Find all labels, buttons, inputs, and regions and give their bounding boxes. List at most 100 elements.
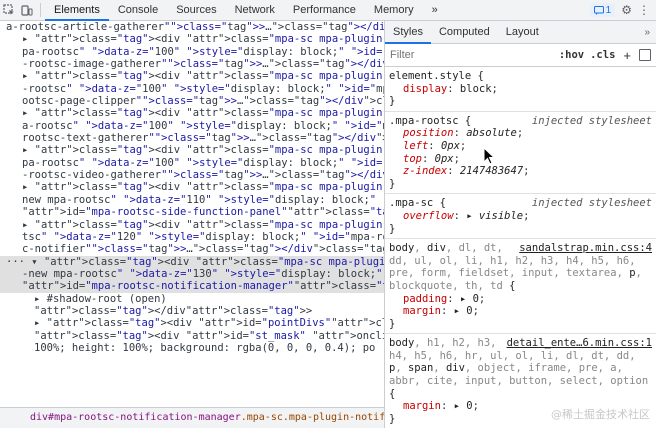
more-sidebar-tabs-button[interactable]: » — [644, 21, 656, 43]
rule-selector-list[interactable]: detail_ente…6.min.css:1 body, h1, h2, h3,… — [389, 337, 652, 400]
rule-selector[interactable]: element.style { — [389, 70, 484, 83]
style-rule: .mpa-rootsc {injected stylesheet position… — [385, 112, 656, 195]
style-rules: element.style {display: block;} .mpa-root… — [385, 67, 656, 428]
property-name[interactable]: left — [403, 140, 428, 152]
property-name[interactable]: margin — [403, 400, 441, 412]
style-property[interactable]: padding: ▸ 0; — [389, 293, 652, 306]
style-property[interactable]: left: 0px; — [389, 140, 652, 153]
property-name[interactable]: display — [403, 83, 447, 95]
new-style-rule-button[interactable]: + — [623, 48, 631, 63]
dom-node-line[interactable]: "attr">id="mpa-rootsc-notification-manag… — [0, 280, 384, 293]
breadcrumb[interactable]: div#mpa-rootsc-notification-manager.mpa-… — [0, 407, 384, 428]
rule-source: injected stylesheet — [531, 114, 652, 127]
rule-source-link[interactable]: sandalstrap.min.css:4 — [519, 242, 652, 255]
dom-node-line[interactable]: ▸ "attr">class="tag"><div "attr">class="… — [0, 107, 384, 119]
dom-node-line[interactable]: ▸ "attr">class="tag"><div "attr">class="… — [0, 144, 384, 156]
breadcrumb-classes[interactable]: .mpa-sc.mpa-plugin-notificatic — [241, 412, 384, 423]
property-value[interactable]: ▸ 0 — [460, 293, 479, 305]
dom-node-line[interactable]: pa-rootsc" ">data-z="100" ">style="displ… — [0, 46, 384, 58]
dom-node-line[interactable]: -rootsc-video-gatherer"">class="tag">>…"… — [0, 169, 384, 181]
tab-label: Computed — [438, 26, 490, 38]
tab-label: Sources — [176, 4, 217, 16]
inspect-element-icon[interactable] — [0, 0, 18, 20]
tab-network[interactable]: Network — [226, 0, 284, 20]
tab-label: Console — [117, 4, 159, 16]
dom-node-line[interactable]: "attr">id="mpa-rootsc-side-function-pane… — [0, 206, 384, 218]
property-name[interactable]: top — [403, 153, 422, 165]
tab-memory[interactable]: Memory — [365, 0, 423, 20]
dom-node-line[interactable]: ▸ "attr">class="tag"><div "attr">class="… — [0, 181, 384, 193]
dom-node-line[interactable]: tsc" ">data-z="120" ">style="display: bl… — [0, 231, 384, 243]
dom-node-line[interactable]: -rootsc" ">data-z="100" ">style="display… — [0, 83, 384, 95]
style-property[interactable]: z-index: 2147483647; — [389, 165, 652, 178]
styles-filter-input[interactable] — [390, 49, 553, 61]
rule-selector-list[interactable]: sandalstrap.min.css:4 body, div, dl, dt, … — [389, 242, 652, 292]
tab-label: Layout — [505, 26, 539, 38]
property-value[interactable]: 0px — [435, 153, 454, 165]
dom-node-line[interactable]: -rootsc-image-gatherer"">class="tag">>…"… — [0, 58, 384, 70]
dom-node-line[interactable]: new mpa-rootsc" ">data-z="110" ">style="… — [0, 194, 384, 206]
hov-toggle-button[interactable]: :hov — [559, 49, 584, 61]
tab-styles[interactable]: Styles — [385, 21, 431, 44]
tab-elements[interactable]: Elements — [45, 0, 109, 21]
tab-console[interactable]: Console — [109, 0, 167, 20]
property-value[interactable]: absolute — [466, 127, 517, 139]
cls-toggle-button[interactable]: .cls — [590, 49, 615, 61]
style-property[interactable]: margin: ▸ 0; — [389, 305, 652, 318]
issues-count: 1 — [605, 4, 612, 16]
property-value[interactable]: 0px — [441, 140, 460, 152]
property-name[interactable]: z-index — [403, 165, 447, 177]
property-name[interactable]: overflow — [403, 210, 454, 222]
style-property[interactable]: position: absolute; — [389, 127, 652, 140]
more-sidebar-tabs-label: » — [644, 26, 650, 38]
property-value[interactable]: block — [460, 83, 492, 95]
dom-node-line[interactable]: pa-rootsc" ">data-z="100" ">style="displ… — [0, 157, 384, 169]
rule-selector[interactable]: .mpa-rootsc { — [389, 115, 471, 128]
rule-header: .mpa-sc {injected stylesheet — [389, 197, 652, 210]
dom-node-line[interactable]: ▸ "attr">class="tag"><div "attr">class="… — [0, 219, 384, 231]
dom-node-line[interactable]: ▸ "attr">class="tag"><div "attr">class="… — [0, 33, 384, 45]
style-property[interactable]: overflow: ▸ visible; — [389, 210, 652, 223]
dom-node-line[interactable]: ▸ "attr">class="tag"><div "attr">id="poi… — [0, 317, 384, 329]
dom-node-line[interactable]: "attr">class="tag"></div"attr">class="ta… — [0, 305, 384, 317]
property-name[interactable]: padding — [403, 293, 447, 305]
dom-node-line[interactable]: c-notifier"">class="tag">>…">class="tag"… — [0, 243, 384, 255]
toolbar-divider — [40, 3, 41, 17]
tab-label: Styles — [393, 26, 423, 38]
rule-selector[interactable]: .mpa-sc { — [389, 197, 446, 210]
breadcrumb-node[interactable]: div#mpa-rootsc-notification-manager — [30, 412, 241, 423]
dom-node-line[interactable]: ··· ▾ "attr">class="tag"><div "attr">cla… — [0, 255, 384, 268]
settings-gear-icon[interactable]: ⚙ — [621, 3, 632, 17]
tab-layout[interactable]: Layout — [498, 21, 547, 43]
dom-node-line[interactable]: ▸ "attr">class="tag"><div "attr">class="… — [0, 70, 384, 82]
more-options-icon[interactable]: ⋮ — [638, 3, 650, 17]
toggle-computed-sidebar-icon[interactable] — [639, 49, 651, 61]
tab-label: Performance — [292, 4, 356, 16]
tab-sources[interactable]: Sources — [167, 0, 225, 20]
dom-node-line[interactable]: a-rootsc" ">data-z="100" ">style="displa… — [0, 120, 384, 132]
issues-badge[interactable]: 1 — [589, 3, 616, 17]
dom-node-line[interactable]: ootsc-page-clipper"">class="tag">>…">cla… — [0, 95, 384, 107]
property-value[interactable]: ▸ visible — [466, 210, 523, 222]
dom-node-line[interactable]: rootsc-text-gatherer"">class="tag">>…">c… — [0, 132, 384, 144]
dom-node-line[interactable]: ▸ #shadow-root (open) — [0, 293, 384, 305]
dom-node-line[interactable]: 100%; height: 100%; background: rgba(0, … — [0, 342, 384, 354]
tab-computed[interactable]: Computed — [431, 21, 498, 43]
property-name[interactable]: margin — [403, 305, 441, 317]
property-value[interactable]: ▸ 0 — [454, 400, 473, 412]
property-value[interactable]: 2147483647 — [460, 165, 523, 177]
more-tabs-button[interactable]: » — [423, 0, 447, 20]
style-property[interactable]: display: block; — [389, 83, 652, 96]
dom-node-line[interactable]: "attr">class="tag"><div "attr">id="st_ma… — [0, 330, 384, 342]
tab-performance[interactable]: Performance — [284, 0, 365, 20]
dom-node-line[interactable]: -new mpa-rootsc" ">data-z="130" ">style=… — [0, 267, 384, 281]
device-toolbar-icon[interactable] — [18, 0, 36, 20]
elements-dom-tree[interactable]: a-rootsc-article-gatherer"">class="tag">… — [0, 21, 384, 407]
style-property[interactable]: top: 0px; — [389, 153, 652, 166]
styles-sidebar: Styles Computed Layout » :hov .cls + ele… — [385, 21, 656, 428]
dom-node-line[interactable]: a-rootsc-article-gatherer"">class="tag">… — [0, 21, 384, 33]
tab-label: Network — [234, 4, 275, 16]
property-name[interactable]: position — [403, 127, 454, 139]
property-value[interactable]: ▸ 0 — [454, 305, 473, 317]
rule-source-link[interactable]: detail_ente…6.min.css:1 — [507, 337, 652, 350]
